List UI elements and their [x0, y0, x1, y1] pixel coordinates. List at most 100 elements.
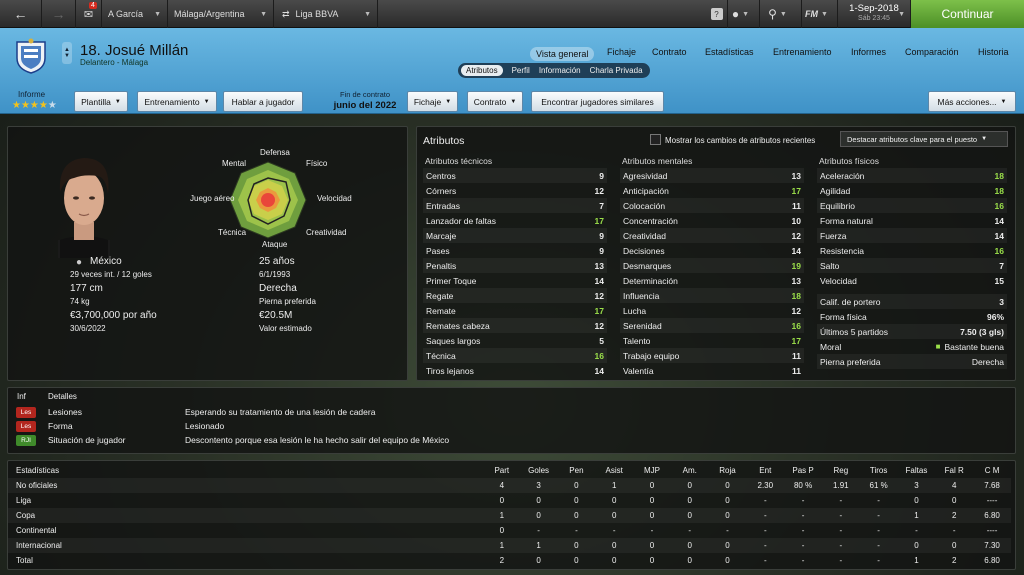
back-button[interactable]: ← — [0, 0, 42, 28]
stats-header-13[interactable]: Fal R — [935, 463, 973, 478]
fm-menu[interactable]: FM ▼ — [802, 0, 838, 28]
date-menu[interactable]: ▼ — [897, 0, 911, 28]
attribute-row[interactable]: Centros 9 — [423, 168, 607, 183]
stats-header-11[interactable]: Tiros — [860, 463, 898, 478]
stats-header-2[interactable]: Goles — [520, 463, 558, 478]
attribute-row[interactable]: Creatividad 12 — [620, 228, 804, 243]
attribute-row[interactable]: Talento 17 — [620, 333, 804, 348]
plantilla-button[interactable]: Plantilla ▼ — [74, 91, 128, 112]
subtab-informacion[interactable]: Información — [539, 66, 581, 75]
tab-entrenamiento[interactable]: Entrenamiento — [773, 47, 832, 57]
attribute-row[interactable]: Calif. de portero 3 — [817, 294, 1007, 309]
manager-menu[interactable]: A García ▼ — [102, 0, 168, 28]
help-button[interactable]: ? — [706, 0, 728, 28]
tab-fichaje[interactable]: Fichaje — [607, 47, 636, 57]
stats-header-9[interactable]: Pas P — [784, 463, 822, 478]
attribute-row[interactable]: Salto 7 — [817, 258, 1007, 273]
attribute-row[interactable]: Primer Toque 14 — [423, 273, 607, 288]
show-changes-checkbox[interactable] — [650, 134, 661, 145]
attribute-row[interactable]: Forma natural 14 — [817, 213, 1007, 228]
details-row[interactable]: RJI Situación de jugador Descontento porqu… — [12, 433, 1012, 447]
table-row[interactable]: Continental 0- - - - - - - - - - - - ---- — [8, 523, 1011, 538]
tab-estadisticas[interactable]: Estadísticas — [705, 47, 754, 57]
attribute-row[interactable]: Tiros lejanos 14 — [423, 363, 607, 378]
tab-contrato[interactable]: Contrato — [652, 47, 687, 57]
attribute-row[interactable]: Marcaje 9 — [423, 228, 607, 243]
details-row[interactable]: Les Forma Lesionado — [12, 419, 1012, 433]
attribute-row[interactable]: Fuerza 14 — [817, 228, 1007, 243]
attribute-row[interactable]: Remate 17 — [423, 303, 607, 318]
table-row[interactable]: Liga 0 0 0 0 0 0 0- - - -0 0 ---- — [8, 493, 1011, 508]
attribute-row[interactable]: Entradas 7 — [423, 198, 607, 213]
attribute-row[interactable]: Trabajo equipo 11 — [620, 348, 804, 363]
inbox-button[interactable]: ✉ 4 — [76, 0, 102, 28]
attribute-row[interactable]: Valentía 11 — [620, 363, 804, 378]
table-row[interactable]: Internacional 1 1 0 0 0 0 0- - - -0 0 7.30 — [8, 538, 1011, 553]
tab-informes[interactable]: Informes — [851, 47, 886, 57]
stats-header-14[interactable]: C M — [973, 463, 1011, 478]
subtab-perfil[interactable]: Perfil — [512, 66, 530, 75]
attribute-row[interactable]: Lucha 12 — [620, 303, 804, 318]
stats-header-7[interactable]: Roja — [709, 463, 747, 478]
subtab-charla-privada[interactable]: Charla Privada — [590, 66, 643, 75]
attribute-row[interactable]: Equilibrio 16 — [817, 198, 1007, 213]
table-row[interactable]: No oficiales 4 3 0 1 0 0 0 2.30 80 % 1.91 61 % 3 4 7.6… — [8, 478, 1011, 493]
attribute-row[interactable]: Pases 9 — [423, 243, 607, 258]
attribute-row[interactable]: Velocidad 15 — [817, 273, 1007, 288]
highlight-dropdown[interactable]: Destacar atributos clave para el puesto ▼ — [840, 131, 1008, 147]
attribute-row[interactable]: Serenidad 16 — [620, 318, 804, 333]
attribute-row[interactable]: Agilidad 18 — [817, 183, 1007, 198]
stats-header-1[interactable]: Part — [484, 463, 520, 478]
attribute-row[interactable]: Resistencia 16 — [817, 243, 1007, 258]
attribute-row[interactable]: Agresividad 13 — [620, 168, 804, 183]
stats-header-12[interactable]: Faltas — [898, 463, 936, 478]
nation[interactable]: México — [90, 256, 122, 267]
attribute-row[interactable]: Moral ■ Bastante buena — [817, 339, 1007, 354]
subtab-atributos[interactable]: Atributos — [461, 65, 503, 76]
hablar-button[interactable]: Hablar a jugador — [223, 91, 303, 112]
continue-button[interactable]: Continuar — [911, 0, 1024, 28]
world-menu[interactable]: ● ▼ — [728, 0, 760, 28]
attribute-row[interactable]: Determinación 13 — [620, 273, 804, 288]
attribute-row[interactable]: Desmarques 19 — [620, 258, 804, 273]
table-row[interactable]: Copa 1 0 0 0 0 0 0- - - -1 2 6.80 — [8, 508, 1011, 523]
competition-menu[interactable]: ⇄ Liga BBVA ▼ — [274, 0, 378, 28]
attribute-row[interactable]: Colocación 11 — [620, 198, 804, 213]
attribute-row[interactable]: Aceleración 18 — [817, 168, 1007, 183]
attribute-row[interactable]: Lanzador de faltas 17 — [423, 213, 607, 228]
tab-historia[interactable]: Historia — [978, 47, 1009, 57]
attribute-row[interactable]: Pierna preferida Derecha — [817, 354, 1007, 369]
more-actions-button[interactable]: Más acciones... ▼ — [928, 91, 1016, 112]
entrenamiento-button[interactable]: Entrenamiento ▼ — [137, 91, 217, 112]
contrato-button[interactable]: Contrato ▼ — [467, 91, 523, 112]
search-menu[interactable]: ⚲ ▼ — [760, 0, 802, 28]
stats-header-4[interactable]: Asist — [595, 463, 633, 478]
stats-header-3[interactable]: Pen — [558, 463, 596, 478]
attribute-row[interactable]: Decisiones 14 — [620, 243, 804, 258]
stats-header-10[interactable]: Reg — [822, 463, 860, 478]
details-row[interactable]: Les Lesiones Esperando su tratamiento de u… — [12, 405, 1012, 419]
player-switcher[interactable]: ▲ ▼ — [62, 42, 72, 64]
attribute-row[interactable]: Regate 12 — [423, 288, 607, 303]
attribute-row[interactable]: Anticipación 17 — [620, 183, 804, 198]
attribute-row[interactable]: Últimos 5 partidos 7.50 (3 gls) — [817, 324, 1007, 339]
tab-comparacion[interactable]: Comparación — [905, 47, 959, 57]
attribute-row[interactable]: Influencia 18 — [620, 288, 804, 303]
stats-header-6[interactable]: Am. — [671, 463, 709, 478]
attribute-row[interactable]: Técnica 16 — [423, 348, 607, 363]
stats-header-8[interactable]: Ent — [746, 463, 784, 478]
attribute-row[interactable]: Forma física 96% — [817, 309, 1007, 324]
stats-header-5[interactable]: MJP — [633, 463, 671, 478]
stats-header-0[interactable]: Estadísticas — [8, 463, 484, 478]
table-row[interactable]: Total 2 0 0 0 0 0 0 - - - - 1 2 6.80 — [8, 553, 1011, 568]
attribute-row[interactable]: Saques largos 5 — [423, 333, 607, 348]
attribute-row[interactable]: Córners 12 — [423, 183, 607, 198]
attribute-row[interactable]: Concentración 10 — [620, 213, 804, 228]
club-menu[interactable]: Málaga/Argentina ▼ — [168, 0, 274, 28]
tab-vista-general[interactable]: Vista general — [530, 47, 595, 61]
forward-button[interactable]: → — [42, 0, 76, 28]
attribute-row[interactable]: Penaltis 13 — [423, 258, 607, 273]
similar-players-button[interactable]: Encontrar jugadores similares — [531, 91, 664, 112]
fichaje-button[interactable]: Fichaje ▼ — [407, 91, 458, 112]
attribute-row[interactable]: Remates cabeza 12 — [423, 318, 607, 333]
